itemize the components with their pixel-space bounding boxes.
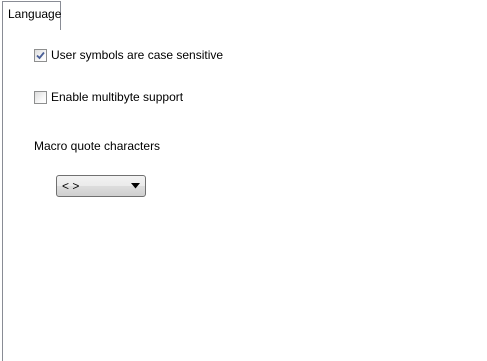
- case-sensitive-checkbox[interactable]: [34, 48, 47, 62]
- multibyte-checkbox[interactable]: [34, 90, 47, 104]
- dropdown-arrow-icon: [131, 183, 140, 189]
- tab-language-label: Language: [8, 7, 62, 21]
- case-sensitive-option[interactable]: User symbols are case sensitive: [34, 47, 223, 63]
- checkmark-icon: [36, 51, 45, 59]
- macro-quote-label: Macro quote characters: [34, 139, 161, 153]
- macro-quote-dropdown[interactable]: < >: [56, 175, 146, 197]
- case-sensitive-label: User symbols are case sensitive: [51, 48, 224, 62]
- tab-strip: Language: [0, 0, 487, 30]
- tab-language[interactable]: Language: [2, 1, 61, 30]
- multibyte-label: Enable multibyte support: [51, 90, 184, 104]
- multibyte-option[interactable]: Enable multibyte support: [34, 89, 183, 105]
- macro-quote-selected-value: < >: [62, 179, 80, 193]
